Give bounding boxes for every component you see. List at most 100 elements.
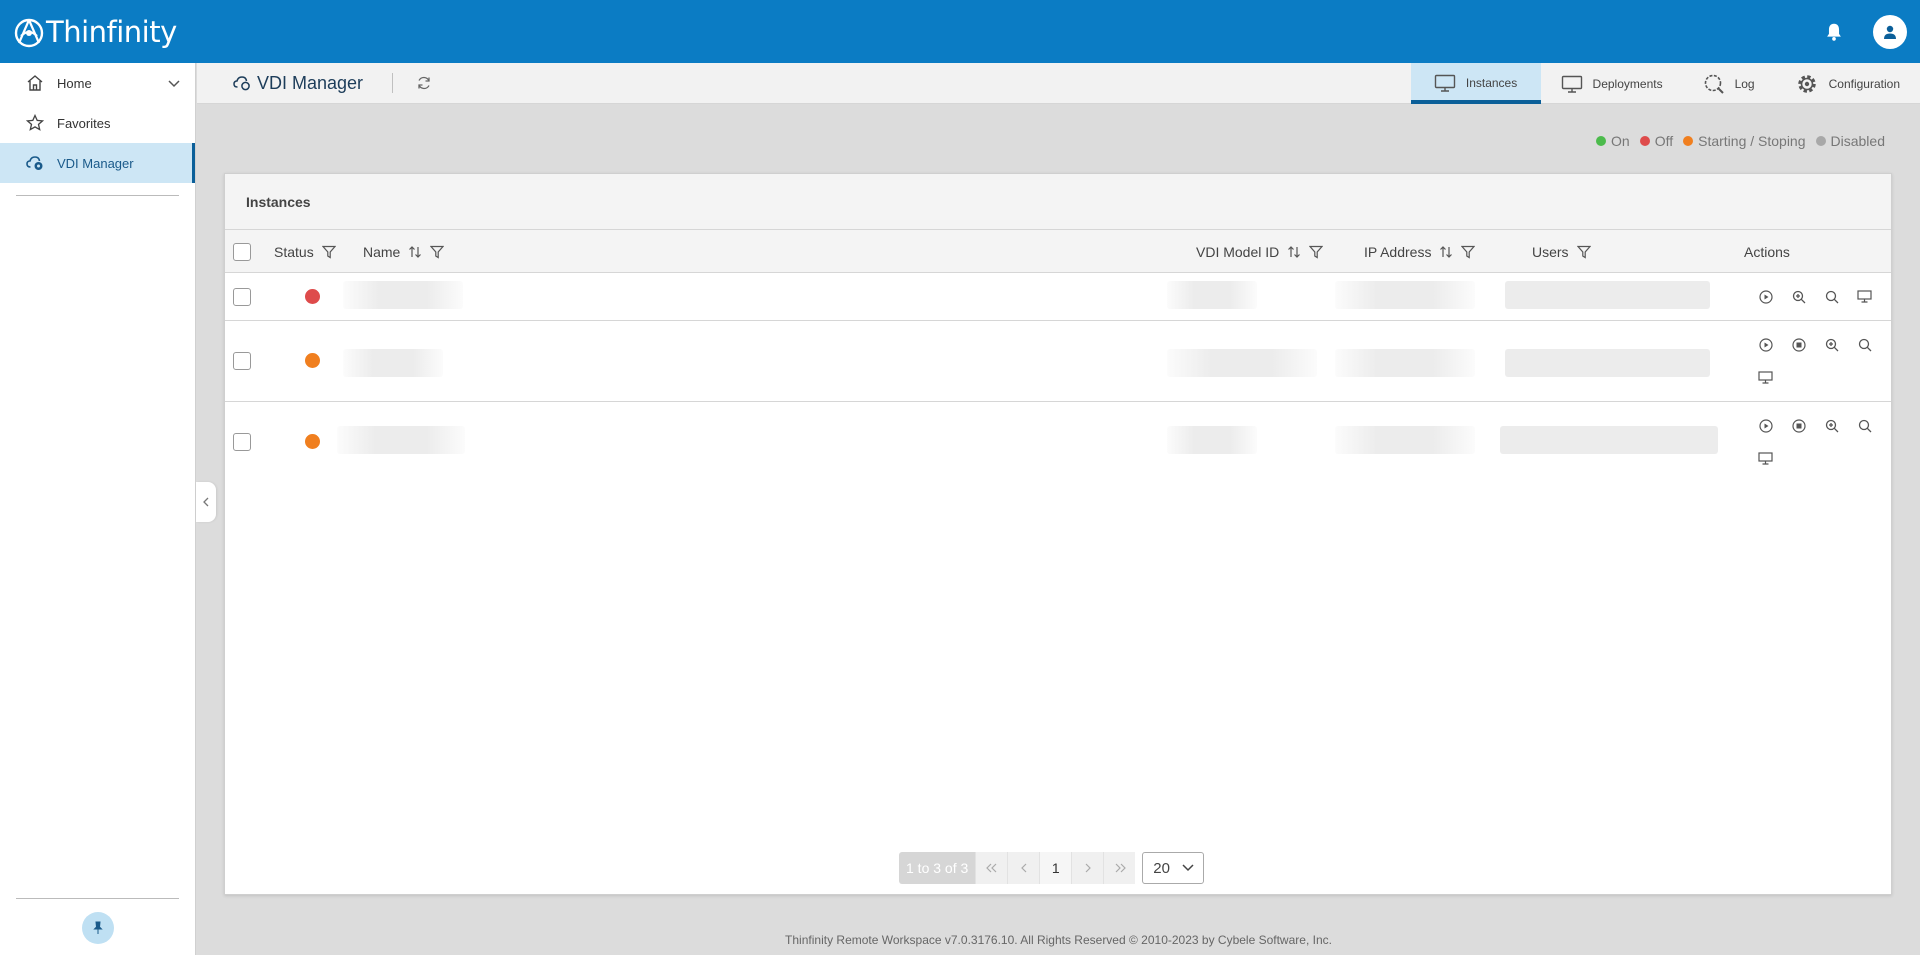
sidebar-item-label: VDI Manager (57, 155, 134, 171)
filter-icon[interactable] (430, 245, 445, 259)
chevron-down-icon[interactable] (167, 76, 181, 90)
connect-button[interactable] (1749, 442, 1782, 475)
start-button[interactable] (1749, 328, 1782, 361)
refresh-button[interactable] (415, 74, 433, 92)
footer-copyright: Thinfinity Remote Workspace v7.0.3176.10… (785, 933, 1332, 947)
filter-icon[interactable] (1576, 245, 1591, 259)
row-actions (1749, 280, 1884, 313)
column-label: IP Address (1364, 243, 1432, 260)
stop-button[interactable] (1782, 409, 1815, 442)
tab-label: Log (1734, 76, 1755, 91)
stop-button[interactable] (1782, 328, 1815, 361)
zoom-in-button[interactable] (1782, 280, 1815, 313)
user-icon (1884, 25, 1896, 39)
search-button[interactable] (1848, 328, 1881, 361)
legend-dot (1639, 136, 1650, 146)
star-icon (25, 113, 45, 133)
collapse-sidebar-button[interactable] (196, 482, 216, 522)
connect-button[interactable] (1749, 361, 1782, 394)
tab-configuration[interactable]: Configuration (1775, 63, 1920, 104)
logo[interactable]: Thinfinity (13, 15, 177, 49)
pagination-info: 1 to 3 of 3 (899, 852, 976, 884)
table-header: Status Name VDI Model ID IP Address User… (225, 230, 1891, 273)
search-button[interactable] (1815, 280, 1848, 313)
next-page-button[interactable] (1071, 852, 1104, 884)
legend-label: On (1611, 133, 1630, 149)
title-separator (392, 73, 394, 93)
users-redacted (1505, 349, 1710, 377)
log-search-icon (1703, 73, 1725, 95)
zoom-in-button[interactable] (1815, 409, 1848, 442)
legend-dot (1596, 136, 1606, 146)
sidebar-item-home[interactable]: Home (0, 63, 195, 103)
status-dot (305, 353, 320, 368)
table-row[interactable] (225, 402, 1891, 483)
vdi-model-id-redacted (1167, 426, 1257, 454)
column-ip-address: IP Address (1364, 230, 1476, 273)
page-size-select[interactable]: 20 (1142, 852, 1205, 884)
monitor-icon (1758, 371, 1773, 384)
bell-icon[interactable] (1823, 21, 1845, 43)
user-avatar-button[interactable] (1873, 14, 1907, 49)
first-page-button[interactable] (975, 852, 1008, 884)
chevron-right-icon (1085, 863, 1091, 873)
row-checkbox[interactable] (233, 352, 251, 370)
filter-icon[interactable] (321, 245, 336, 259)
tab-deployments[interactable]: Deployments (1541, 63, 1683, 104)
tab-label: Instances (1465, 75, 1518, 90)
top-bar: Thinfinity (0, 0, 1920, 63)
sort-icon[interactable] (1287, 245, 1301, 259)
home-icon (25, 73, 45, 93)
chevron-left-icon (1020, 863, 1027, 873)
sidebar-divider (16, 195, 179, 196)
chevron-down-icon (1182, 864, 1194, 872)
start-button[interactable] (1749, 409, 1782, 442)
status-dot (305, 289, 320, 304)
page-number-button[interactable]: 1 (1039, 852, 1072, 884)
instance-name-redacted (343, 281, 463, 309)
legend-label: Disabled (1830, 133, 1885, 149)
instance-name-redacted (343, 349, 443, 377)
column-vdi-model-id: VDI Model ID (1196, 230, 1324, 273)
search-icon (1825, 290, 1838, 303)
start-button[interactable] (1749, 280, 1782, 313)
zoom-in-icon (1825, 419, 1838, 432)
last-page-button[interactable] (1103, 852, 1136, 884)
pin-sidebar-button[interactable] (82, 912, 114, 944)
refresh-icon (418, 76, 430, 90)
tab-instances[interactable]: Instances (1410, 63, 1541, 104)
tab-log[interactable]: Log (1683, 63, 1775, 104)
table-row[interactable] (225, 321, 1891, 402)
page-title: VDI Manager (257, 72, 364, 93)
sort-icon[interactable] (408, 245, 422, 259)
sidebar-item-vdi-manager[interactable]: VDI Manager (0, 143, 195, 183)
instance-name-redacted (337, 426, 465, 454)
sidebar-item-label: Home (57, 75, 92, 91)
row-checkbox[interactable] (233, 433, 251, 451)
column-name: Name (363, 230, 445, 273)
zoom-in-button[interactable] (1815, 328, 1848, 361)
pin-icon (93, 921, 103, 934)
table-row[interactable] (225, 273, 1891, 321)
legend-disabled: Disabled (1815, 133, 1885, 149)
prev-page-button[interactable] (1007, 852, 1040, 884)
legend-label: Starting / Stoping (1698, 133, 1806, 149)
filter-icon[interactable] (1309, 245, 1324, 259)
column-users: Users (1532, 230, 1591, 273)
column-label: Actions (1744, 243, 1790, 260)
column-actions: Actions (1744, 230, 1790, 273)
row-checkbox[interactable] (233, 288, 251, 306)
sidebar-item-favorites[interactable]: Favorites (0, 103, 195, 143)
sort-icon[interactable] (1439, 245, 1453, 259)
legend-dot (1683, 136, 1694, 146)
search-button[interactable] (1848, 409, 1881, 442)
select-all-checkbox[interactable] (233, 242, 251, 261)
sidebar-divider (16, 898, 179, 899)
status-dot (305, 434, 320, 449)
users-redacted (1500, 426, 1718, 454)
ip-address-redacted (1335, 349, 1475, 377)
filter-icon[interactable] (1461, 245, 1476, 259)
play-icon (1758, 289, 1773, 304)
connect-button[interactable] (1848, 280, 1881, 313)
thinfinity-logo-icon (14, 18, 44, 47)
